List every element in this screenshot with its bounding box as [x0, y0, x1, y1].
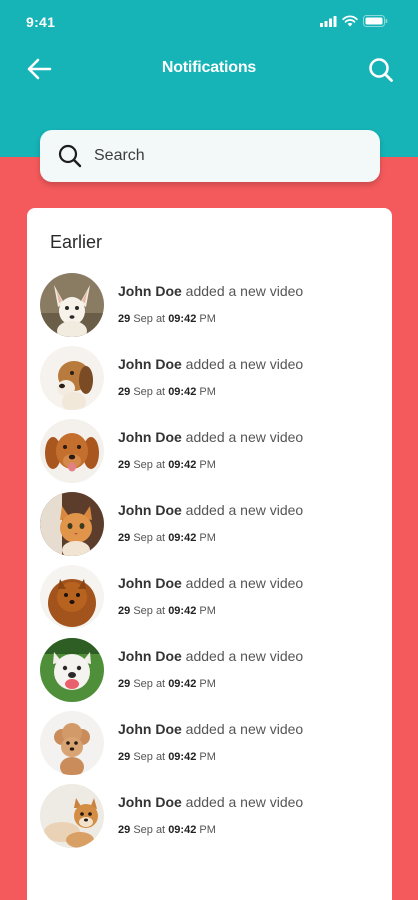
- time-day: 29: [118, 751, 131, 763]
- notification-author: John Doe: [118, 356, 182, 372]
- time-clock: 09:42: [168, 605, 197, 617]
- notification-action: added a new video: [185, 721, 304, 737]
- page-title: Notifications: [161, 59, 257, 76]
- notification-item[interactable]: John Doe added a new video 29 Sep at 09:…: [27, 416, 392, 489]
- notification-text: John Doe added a new video: [118, 356, 303, 372]
- notification-action: added a new video: [185, 283, 304, 299]
- wifi-icon: [342, 15, 358, 27]
- signal-icon: [320, 15, 337, 27]
- notification-text: John Doe added a new video: [118, 648, 303, 664]
- notification-author: John Doe: [118, 648, 182, 664]
- time-day: 29: [118, 532, 131, 544]
- search-icon: [58, 144, 82, 168]
- time-ampm: PM: [199, 386, 216, 398]
- time-clock: 09:42: [168, 678, 197, 690]
- notification-item[interactable]: John Doe added a new video 29 Sep at 09:…: [27, 343, 392, 416]
- notification-author: John Doe: [118, 794, 182, 810]
- notification-time: 29 Sep at 09:42 PM: [118, 605, 216, 617]
- notification-time: 29 Sep at 09:42 PM: [118, 751, 216, 763]
- notification-text: John Doe added a new video: [118, 575, 303, 591]
- notification-item[interactable]: John Doe added a new video 29 Sep at 09:…: [27, 562, 392, 635]
- notification-text: John Doe added a new video: [118, 283, 303, 299]
- avatar: [40, 711, 104, 775]
- notification-action: added a new video: [185, 429, 304, 445]
- time-ampm: PM: [199, 532, 216, 544]
- avatar: [40, 273, 104, 337]
- time-month: Sep at: [133, 313, 166, 325]
- notification-item[interactable]: John Doe added a new video 29 Sep at 09:…: [27, 708, 392, 781]
- avatar: [40, 346, 104, 410]
- status-time: 9:41: [26, 14, 56, 30]
- time-month: Sep at: [133, 532, 166, 544]
- notification-action: added a new video: [185, 502, 304, 518]
- notification-item[interactable]: John Doe added a new video 29 Sep at 09:…: [27, 781, 392, 854]
- notification-time: 29 Sep at 09:42 PM: [118, 532, 216, 544]
- time-ampm: PM: [199, 459, 216, 471]
- time-ampm: PM: [199, 605, 216, 617]
- notification-list: John Doe added a new video 29 Sep at 09:…: [27, 270, 392, 854]
- time-month: Sep at: [133, 605, 166, 617]
- notification-time: 29 Sep at 09:42 PM: [118, 459, 216, 471]
- search-input[interactable]: [94, 147, 354, 165]
- time-clock: 09:42: [168, 824, 197, 836]
- notifications-card: Earlier John Doe added a new video 29 Se…: [27, 208, 392, 900]
- avatar: [40, 492, 104, 556]
- time-day: 29: [118, 605, 131, 617]
- time-month: Sep at: [133, 386, 166, 398]
- notification-action: added a new video: [185, 794, 304, 810]
- time-clock: 09:42: [168, 313, 197, 325]
- notification-item[interactable]: John Doe added a new video 29 Sep at 09:…: [27, 489, 392, 562]
- section-title: Earlier: [50, 232, 103, 252]
- notification-author: John Doe: [118, 721, 182, 737]
- avatar: [40, 784, 104, 848]
- search-icon: [369, 58, 393, 82]
- notification-action: added a new video: [185, 575, 304, 591]
- time-ampm: PM: [199, 313, 216, 325]
- battery-icon: [363, 15, 388, 27]
- time-day: 29: [118, 313, 131, 325]
- notification-item[interactable]: John Doe added a new video 29 Sep at 09:…: [27, 270, 392, 343]
- time-month: Sep at: [133, 678, 166, 690]
- notification-action: added a new video: [185, 648, 304, 664]
- notification-time: 29 Sep at 09:42 PM: [118, 313, 216, 325]
- search-field[interactable]: [40, 130, 380, 182]
- notification-text: John Doe added a new video: [118, 794, 303, 810]
- notification-text: John Doe added a new video: [118, 721, 303, 737]
- time-ampm: PM: [199, 824, 216, 836]
- time-day: 29: [118, 824, 131, 836]
- time-ampm: PM: [199, 678, 216, 690]
- time-month: Sep at: [133, 751, 166, 763]
- notification-author: John Doe: [118, 502, 182, 518]
- time-day: 29: [118, 386, 131, 398]
- notification-action: added a new video: [185, 356, 304, 372]
- time-month: Sep at: [133, 459, 166, 471]
- time-day: 29: [118, 459, 131, 471]
- status-icons: [320, 14, 388, 28]
- avatar: [40, 638, 104, 702]
- notification-item[interactable]: John Doe added a new video 29 Sep at 09:…: [27, 635, 392, 708]
- status-bar: 9:41: [0, 0, 418, 44]
- time-clock: 09:42: [168, 532, 197, 544]
- notification-author: John Doe: [118, 283, 182, 299]
- time-month: Sep at: [133, 824, 166, 836]
- nav-bar: Notifications: [0, 44, 418, 96]
- time-clock: 09:42: [168, 386, 197, 398]
- notification-time: 29 Sep at 09:42 PM: [118, 386, 216, 398]
- avatar: [40, 419, 104, 483]
- notification-author: John Doe: [118, 429, 182, 445]
- notification-text: John Doe added a new video: [118, 502, 303, 518]
- notification-time: 29 Sep at 09:42 PM: [118, 824, 216, 836]
- time-ampm: PM: [199, 751, 216, 763]
- time-day: 29: [118, 678, 131, 690]
- time-clock: 09:42: [168, 459, 197, 471]
- search-button[interactable]: [364, 53, 398, 87]
- notification-time: 29 Sep at 09:42 PM: [118, 678, 216, 690]
- notification-author: John Doe: [118, 575, 182, 591]
- notification-text: John Doe added a new video: [118, 429, 303, 445]
- time-clock: 09:42: [168, 751, 197, 763]
- avatar: [40, 565, 104, 629]
